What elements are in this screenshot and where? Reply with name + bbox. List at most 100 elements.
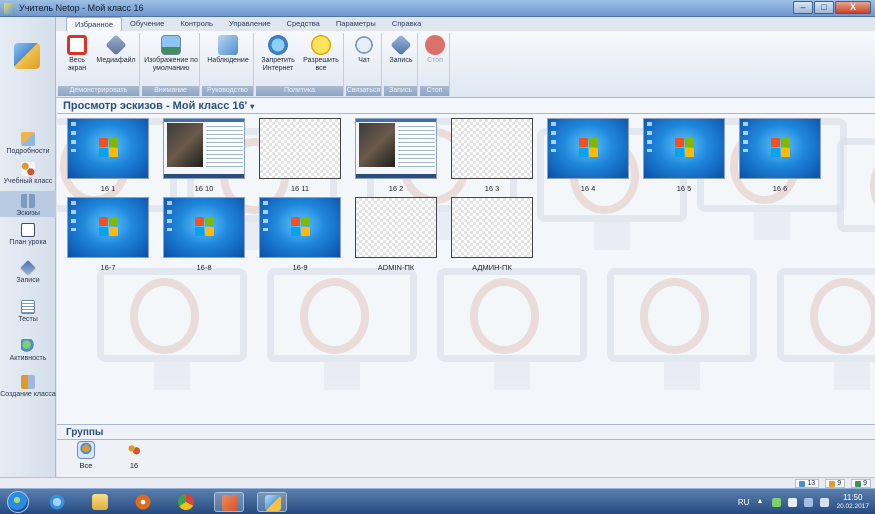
default-image-button[interactable]: Изображение по умолчанию bbox=[144, 35, 198, 73]
students-counter: 9 bbox=[825, 479, 846, 488]
lesson-plan-icon bbox=[21, 223, 35, 237]
chat-icon bbox=[354, 35, 374, 55]
tab-favorites[interactable]: Избранное bbox=[66, 17, 123, 31]
thumbnail-label: ADMIN-ПК bbox=[377, 263, 415, 272]
all-students-icon bbox=[77, 441, 95, 459]
watermark-monitor bbox=[777, 268, 875, 398]
media-diamond-icon bbox=[105, 34, 127, 56]
group-item-all[interactable]: Все bbox=[71, 441, 101, 470]
tab-parameters[interactable]: Параметры bbox=[328, 17, 384, 31]
sidebar-item-details[interactable]: Подробности bbox=[0, 132, 56, 155]
clock-date: 20.02.2017 bbox=[836, 503, 869, 510]
watermark-monitor bbox=[837, 138, 875, 268]
record-label: Запись bbox=[389, 57, 413, 64]
watermark-monitor bbox=[607, 268, 757, 398]
screen-preview bbox=[451, 197, 533, 258]
monitor-icon[interactable] bbox=[804, 497, 814, 507]
groups-title: Группы bbox=[66, 427, 104, 438]
close-button[interactable]: X bbox=[835, 1, 871, 14]
window-controls: – □ X bbox=[793, 1, 871, 14]
thumbnail-label: 16 11 bbox=[290, 184, 310, 193]
tab-tools[interactable]: Средства bbox=[279, 17, 328, 31]
screen-preview bbox=[67, 118, 149, 179]
sidebar-item-label: Активность bbox=[9, 355, 47, 362]
view-title[interactable]: Просмотр эскизов - Мой класс 16' ▾ bbox=[63, 100, 254, 112]
group-icon bbox=[126, 442, 142, 458]
group-item-label: 16 bbox=[129, 461, 139, 470]
netop-teacher-icon bbox=[4, 3, 15, 14]
group-item-16[interactable]: 16 bbox=[119, 442, 149, 470]
screen-preview bbox=[163, 197, 245, 258]
block-internet-button[interactable]: Запретить Интернет bbox=[258, 35, 298, 73]
taskbar-app-explorer[interactable] bbox=[85, 492, 115, 512]
explorer-folder-icon bbox=[92, 494, 108, 510]
sidebar-item-create-class[interactable]: Создание класса bbox=[0, 375, 56, 398]
tab-management[interactable]: Управление bbox=[221, 17, 279, 31]
record-button[interactable]: Запись bbox=[386, 34, 416, 65]
counter-value: 9 bbox=[837, 480, 842, 487]
details-icon bbox=[21, 132, 35, 146]
sidebar-item-label: Учебный класс bbox=[3, 178, 53, 185]
maximize-button[interactable]: □ bbox=[814, 1, 834, 14]
ribbon-group-guidance: Наблюдение Руководство bbox=[202, 33, 254, 96]
left-navigation: Подробности Учебный класс Эскизы План ур… bbox=[0, 17, 56, 477]
thumbnail-label: 16 1 bbox=[100, 184, 116, 193]
taskbar-app-powerpoint[interactable] bbox=[214, 492, 244, 512]
stop-label: Стоп bbox=[427, 57, 443, 64]
sidebar-item-label: Записи bbox=[16, 277, 40, 284]
sidebar-item-label: Создание класса bbox=[0, 391, 56, 398]
sidebar-item-recordings[interactable]: Записи bbox=[0, 260, 56, 284]
screen-preview bbox=[259, 197, 341, 258]
sidebar-item-lesson-plan[interactable]: План урока bbox=[0, 223, 56, 246]
thumbnail-label: 16 10 bbox=[194, 184, 214, 193]
stop-button[interactable]: Стоп bbox=[422, 35, 448, 65]
chat-button[interactable]: Чат bbox=[348, 35, 380, 65]
taskbar-app-media-player[interactable] bbox=[128, 492, 158, 512]
group-label: Запись bbox=[384, 86, 417, 96]
thumbnail-label: 16 5 bbox=[676, 184, 692, 193]
smiley-icon bbox=[311, 35, 331, 55]
netop-teacher-icon bbox=[265, 495, 281, 511]
tab-training[interactable]: Обучение bbox=[122, 17, 172, 31]
start-button[interactable] bbox=[7, 491, 29, 513]
record-icon bbox=[390, 34, 412, 56]
title-bar: Учитель Netop - Мой класс 16 – □ X bbox=[0, 0, 875, 17]
screen-preview bbox=[739, 118, 821, 179]
allow-all-button[interactable]: Разрешить все bbox=[300, 35, 342, 73]
thumbnails-view: Просмотр эскизов - Мой класс 16' ▾ 16 1 16… bbox=[57, 98, 875, 424]
full-screen-button[interactable]: Весь экран bbox=[60, 35, 94, 73]
watermark-monitor bbox=[267, 268, 417, 398]
tab-control[interactable]: Контроль bbox=[172, 17, 221, 31]
sidebar-item-label: План урока bbox=[9, 239, 47, 246]
sidebar-item-activity[interactable]: Активность bbox=[0, 339, 56, 362]
status-counters: 13 9 9 bbox=[795, 479, 871, 488]
show-hidden-icons-icon[interactable]: ▲ bbox=[756, 498, 765, 507]
language-indicator[interactable]: RU bbox=[738, 498, 750, 507]
screen-preview bbox=[547, 118, 629, 179]
network-icon[interactable] bbox=[772, 497, 782, 507]
taskbar-app-ie[interactable] bbox=[42, 492, 72, 512]
monitoring-button[interactable]: Наблюдение bbox=[204, 35, 252, 65]
sidebar-item-thumbnails[interactable]: Эскизы bbox=[0, 191, 56, 217]
action-center-icon[interactable] bbox=[788, 497, 798, 507]
connected-counter: 9 bbox=[851, 479, 871, 488]
minimize-button[interactable]: – bbox=[793, 1, 813, 14]
connected-icon bbox=[855, 480, 862, 487]
monitor-eye-icon bbox=[218, 35, 238, 55]
group-label: Внимание bbox=[142, 86, 199, 96]
thumbnail-label: 16-9 bbox=[292, 263, 308, 272]
sidebar-item-classroom[interactable]: Учебный класс bbox=[0, 162, 56, 185]
sidebar-item-label: Тесты bbox=[18, 316, 38, 323]
tab-help[interactable]: Справка bbox=[384, 17, 429, 31]
chrome-icon bbox=[178, 494, 194, 510]
monitoring-label: Наблюдение bbox=[207, 57, 249, 64]
group-label: Демонстрировать bbox=[58, 86, 139, 96]
chevron-down-icon: ▾ bbox=[250, 102, 255, 111]
volume-icon[interactable] bbox=[820, 497, 830, 507]
taskbar-app-netop[interactable] bbox=[257, 492, 287, 512]
media-file-button[interactable]: Медиафайл bbox=[96, 34, 136, 65]
computers-counter: 13 bbox=[795, 479, 820, 488]
taskbar-app-chrome[interactable] bbox=[171, 492, 201, 512]
sidebar-item-tests[interactable]: Тесты bbox=[0, 300, 56, 323]
clock[interactable]: 11:50 20.02.2017 bbox=[836, 493, 869, 511]
